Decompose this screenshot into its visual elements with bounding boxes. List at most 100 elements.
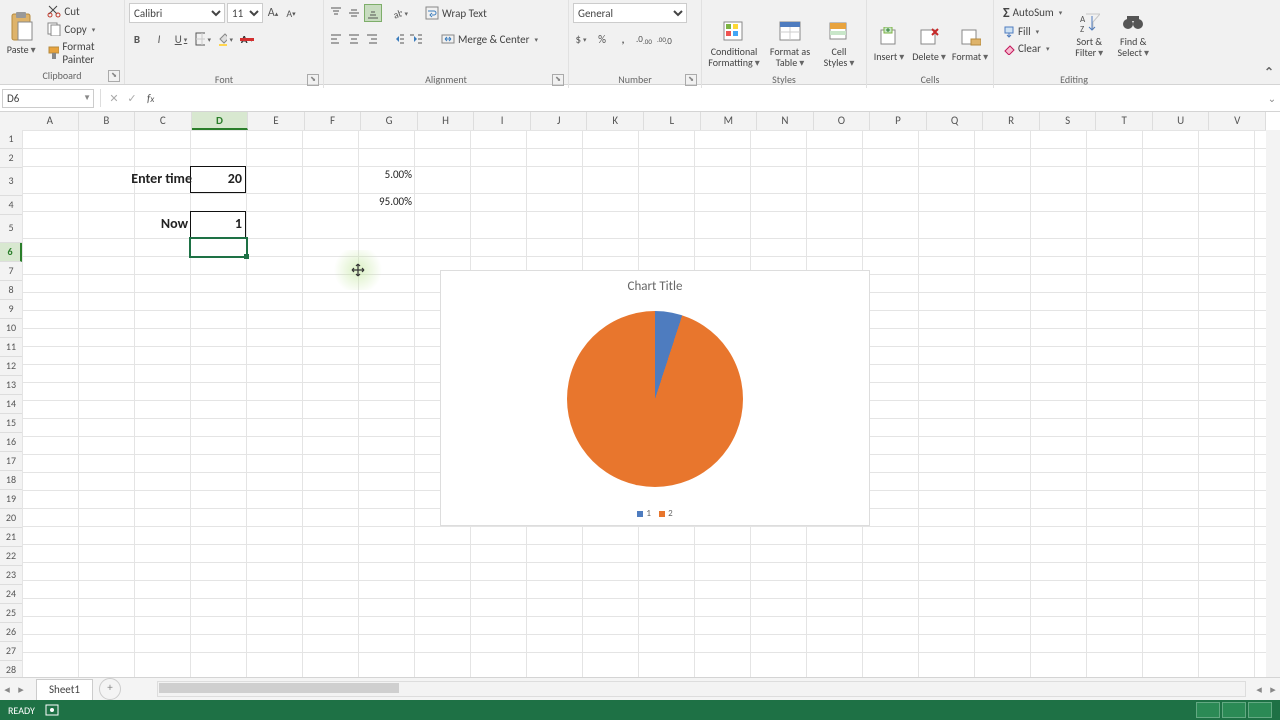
select-all-corner[interactable]	[0, 112, 23, 131]
vertical-scrollbar[interactable]	[1266, 130, 1280, 677]
clipboard-dialog-launcher[interactable]: ⬊	[108, 70, 120, 82]
chart-title[interactable]: Chart Title	[441, 279, 869, 294]
column-header-K[interactable]: K	[587, 112, 644, 130]
column-header-E[interactable]: E	[248, 112, 305, 130]
row-header-28[interactable]: 28	[0, 661, 22, 677]
align-top-button[interactable]	[328, 5, 344, 21]
worksheet-grid[interactable]: ABCDEFGHIJKLMNOPQRSTUV 12345678910111213…	[0, 112, 1280, 677]
column-header-S[interactable]: S	[1040, 112, 1097, 130]
autosum-button[interactable]: ΣAutoSum▾	[998, 2, 1067, 23]
increase-decimal-button[interactable]: .0.00	[636, 31, 652, 47]
column-header-U[interactable]: U	[1153, 112, 1210, 130]
row-header-9[interactable]: 9	[0, 300, 22, 319]
tab-nav-first[interactable]: ◂	[0, 683, 14, 696]
row-header-15[interactable]: 15	[0, 414, 22, 433]
cancel-formula-button[interactable]: ✕	[105, 89, 123, 107]
increase-indent-button[interactable]	[408, 31, 424, 47]
row-header-7[interactable]: 7	[0, 262, 22, 281]
row-header-1[interactable]: 1	[0, 130, 22, 149]
alignment-dialog-launcher[interactable]: ⬊	[552, 74, 564, 86]
sort-filter-button[interactable]: AZ Sort & Filter▾	[1067, 2, 1111, 68]
column-header-C[interactable]: C	[135, 112, 192, 130]
column-header-P[interactable]: P	[870, 112, 927, 130]
expand-formula-bar-button[interactable]: ⌄	[1264, 92, 1280, 105]
column-header-R[interactable]: R	[983, 112, 1040, 130]
font-dialog-launcher[interactable]: ⬊	[307, 74, 319, 86]
row-header-14[interactable]: 14	[0, 395, 22, 414]
column-header-T[interactable]: T	[1096, 112, 1153, 130]
merge-center-button[interactable]: Merge & Center▾	[436, 30, 543, 48]
chart-object[interactable]: Chart Title 1 2	[440, 270, 870, 526]
fill-color-button[interactable]: ▾	[217, 31, 233, 47]
comma-format-button[interactable]: ,	[615, 31, 631, 47]
row-header-17[interactable]: 17	[0, 452, 22, 471]
borders-button[interactable]: ▾	[195, 31, 211, 47]
row-header-18[interactable]: 18	[0, 471, 22, 490]
macro-recording-icon[interactable]	[45, 704, 59, 716]
column-header-I[interactable]: I	[474, 112, 531, 130]
font-name-combo[interactable]: Calibri	[129, 3, 225, 23]
new-sheet-button[interactable]: +	[99, 678, 121, 700]
underline-button[interactable]: U▾	[173, 31, 189, 47]
column-header-F[interactable]: F	[305, 112, 362, 130]
tab-nav-prev[interactable]: ▸	[14, 683, 28, 696]
page-layout-view-button[interactable]	[1222, 702, 1246, 718]
column-header-Q[interactable]: Q	[927, 112, 984, 130]
column-header-N[interactable]: N	[757, 112, 814, 130]
row-header-10[interactable]: 10	[0, 319, 22, 338]
paste-button[interactable]: Paste▾	[0, 0, 42, 66]
copy-button[interactable]: Copy▾	[42, 20, 124, 38]
scroll-left-button[interactable]: ◂	[1252, 683, 1266, 696]
font-size-combo[interactable]: 11	[227, 3, 263, 23]
column-header-L[interactable]: L	[644, 112, 701, 130]
formula-input[interactable]	[160, 88, 1264, 108]
orientation-button[interactable]: ab▾	[392, 5, 408, 21]
insert-function-button[interactable]: fx	[147, 92, 154, 105]
font-color-button[interactable]: A▾	[239, 31, 255, 47]
column-header-V[interactable]: V	[1209, 112, 1266, 130]
cell-G3[interactable]: 5.00%	[358, 168, 414, 181]
row-header-22[interactable]: 22	[0, 547, 22, 566]
column-header-D[interactable]: D	[192, 112, 249, 130]
number-format-combo[interactable]: General	[573, 3, 687, 23]
cell-D5[interactable]: 1	[190, 215, 244, 232]
horizontal-scrollbar[interactable]	[157, 681, 1246, 697]
align-left-button[interactable]	[328, 31, 344, 47]
row-header-5[interactable]: 5	[0, 215, 22, 243]
name-box[interactable]: D6▼	[2, 89, 94, 108]
column-header-O[interactable]: O	[814, 112, 871, 130]
cell-C3[interactable]: Enter time	[74, 170, 194, 187]
row-header-26[interactable]: 26	[0, 623, 22, 642]
column-header-M[interactable]: M	[701, 112, 758, 130]
number-dialog-launcher[interactable]: ⬊	[685, 74, 697, 86]
accounting-format-button[interactable]: $▾	[573, 31, 589, 47]
enter-formula-button[interactable]: ✓	[123, 89, 141, 107]
row-header-8[interactable]: 8	[0, 281, 22, 300]
row-header-16[interactable]: 16	[0, 433, 22, 452]
cell-G4[interactable]: 95.00%	[358, 195, 414, 208]
row-header-20[interactable]: 20	[0, 509, 22, 528]
sheet-tab-sheet1[interactable]: Sheet1	[36, 679, 93, 700]
row-headers[interactable]: 1234567891011121314151617181920212223242…	[0, 130, 23, 677]
column-header-G[interactable]: G	[361, 112, 418, 130]
find-select-button[interactable]: Find & Select▾	[1111, 2, 1155, 68]
fill-button[interactable]: Fill▾	[998, 23, 1067, 40]
align-bottom-button[interactable]	[364, 4, 382, 22]
column-header-J[interactable]: J	[531, 112, 588, 130]
decrease-decimal-button[interactable]: .00.0	[657, 31, 673, 47]
row-header-3[interactable]: 3	[0, 168, 22, 196]
align-middle-button[interactable]	[346, 5, 362, 21]
row-header-12[interactable]: 12	[0, 357, 22, 376]
percent-format-button[interactable]: %	[594, 31, 610, 47]
shrink-font-button[interactable]: A▾	[283, 5, 299, 21]
cell-C5[interactable]: Now	[134, 215, 190, 232]
grow-font-button[interactable]: A▴	[265, 5, 281, 21]
chart-legend[interactable]: 1 2	[441, 508, 869, 519]
row-header-13[interactable]: 13	[0, 376, 22, 395]
row-header-23[interactable]: 23	[0, 566, 22, 585]
row-header-24[interactable]: 24	[0, 585, 22, 604]
row-header-2[interactable]: 2	[0, 149, 22, 168]
column-header-B[interactable]: B	[79, 112, 136, 130]
page-break-view-button[interactable]	[1248, 702, 1272, 718]
cell-D3[interactable]: 20	[190, 170, 244, 187]
